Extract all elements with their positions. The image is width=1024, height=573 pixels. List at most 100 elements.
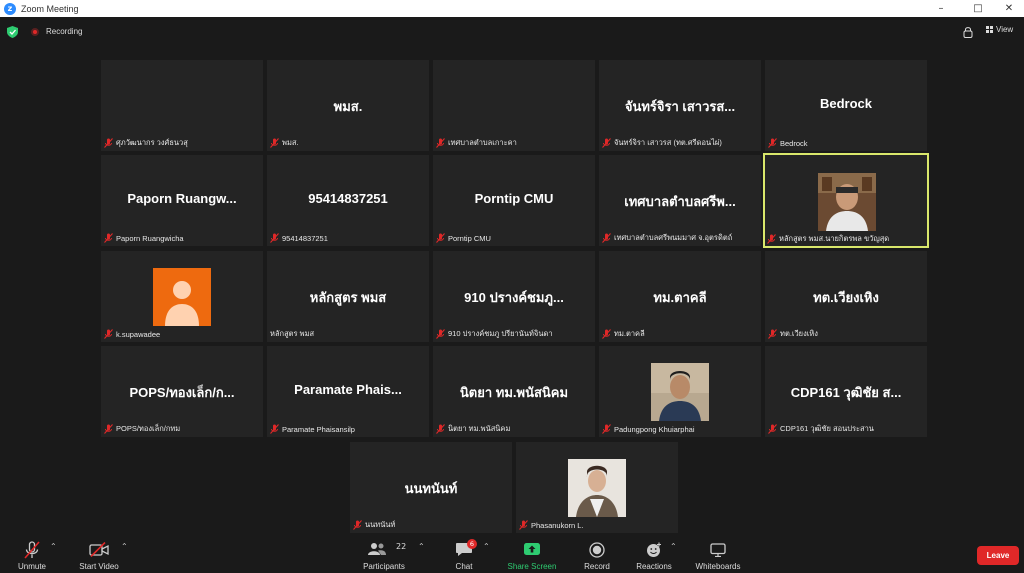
meeting-topbar: Recording View xyxy=(0,17,1024,47)
unmute-button[interactable]: Unmute xyxy=(10,533,54,573)
participant-name-label: นิตยา ทม.พนัสนิคม xyxy=(436,423,510,435)
participant-tile[interactable]: 910 ปรางค์ชมภู... 910 ปรางค์ชมภู ปรียานั… xyxy=(433,251,595,342)
whiteboard-icon xyxy=(710,543,726,557)
participant-name-label: หลักสูตร พมส xyxy=(270,329,315,338)
participant-name-label: ศุภวัฒนากร วงศ์ธนวสุ xyxy=(104,137,188,149)
minimize-button[interactable]: – xyxy=(926,0,956,17)
video-off-icon xyxy=(89,542,109,557)
muted-mic-icon xyxy=(436,329,445,339)
chat-button[interactable]: 6 Chat xyxy=(445,533,483,573)
participant-tile[interactable]: Phasanukorn L. xyxy=(516,442,678,533)
participant-name-label: CDP161 วุฒิชัย สอนประสาน xyxy=(768,423,874,435)
whiteboards-button[interactable]: Whiteboards xyxy=(694,533,742,573)
participant-display-name: ทต.เวียงเหิง xyxy=(813,290,879,305)
participants-icon xyxy=(368,543,386,555)
share-screen-button[interactable]: Share Screen xyxy=(504,533,560,573)
participant-tile[interactable]: ทม.ตาคลี ทม.ตาคลี xyxy=(599,251,761,342)
participants-button[interactable]: 22 Participants xyxy=(358,533,410,573)
participant-name-label: 95414837251 xyxy=(270,232,328,244)
close-button[interactable]: ✕ xyxy=(994,0,1024,17)
security-shield-icon[interactable] xyxy=(7,26,18,38)
muted-mic-icon xyxy=(602,233,611,243)
participant-tile[interactable]: เทศบาลตำบลเกาะคา xyxy=(433,60,595,151)
zoom-logo-icon: z xyxy=(4,2,16,15)
participant-name-label: นนทนันท์ xyxy=(353,519,395,531)
participant-name-label: ทต.เวียงเหิง xyxy=(768,328,818,340)
participant-display-name: หลักสูตร พมส xyxy=(309,290,387,305)
reactions-button[interactable]: Reactions xyxy=(633,533,675,573)
participant-display-name: Paporn Ruangw... xyxy=(127,191,237,206)
recording-icon xyxy=(31,28,39,36)
participant-tile[interactable]: พมส. พมส. xyxy=(267,60,429,151)
participant-name-label: Bedrock xyxy=(768,137,808,149)
participant-name-label: Padungpong Khuiarphai xyxy=(602,423,695,435)
share-screen-label: Share Screen xyxy=(507,562,557,571)
reactions-smiley-icon xyxy=(647,542,661,557)
chat-unread-badge: 6 xyxy=(467,539,477,549)
participant-display-name: นนทนันท์ xyxy=(404,481,458,496)
participant-display-name: ทม.ตาคลี xyxy=(653,290,707,305)
participant-name-label: Porntip CMU xyxy=(436,232,491,244)
participant-tile[interactable]: Paporn Ruangw... Paporn Ruangwicha xyxy=(101,155,263,246)
grid-view-icon xyxy=(986,26,993,33)
participant-display-name: Porntip CMU xyxy=(474,191,554,206)
participant-tile[interactable]: ทต.เวียงเหิง ทต.เวียงเหิง xyxy=(765,251,927,342)
participants-label: Participants xyxy=(363,562,405,571)
participant-name-label: หลักสูตร พมส.นายกิตรพล ขวัญสุด xyxy=(767,233,889,245)
maximize-button[interactable]: □ xyxy=(963,0,993,17)
unmute-label: Unmute xyxy=(17,562,46,571)
default-avatar-icon xyxy=(153,268,211,326)
lock-icon[interactable] xyxy=(963,26,973,38)
muted-mic-icon xyxy=(768,138,777,148)
participant-display-name: เทศบาลตำบลศรีพ... xyxy=(624,194,736,209)
audio-options-chevron-icon[interactable]: ⌃ xyxy=(50,542,57,551)
participant-name-label: Paramate Phaisansilp xyxy=(270,423,355,435)
participants-options-chevron-icon[interactable]: ⌃ xyxy=(418,542,425,551)
participant-tile[interactable]: Bedrock Bedrock xyxy=(765,60,927,151)
muted-mic-icon xyxy=(602,329,611,339)
muted-mic-icon xyxy=(436,424,445,434)
participant-tile[interactable]: 95414837251 95414837251 xyxy=(267,155,429,246)
participant-tile[interactable]: ศุภวัฒนากร วงศ์ธนวสุ xyxy=(101,60,263,151)
participant-video-photo xyxy=(818,173,876,231)
reactions-options-chevron-icon[interactable]: ⌃ xyxy=(670,542,677,551)
muted-mic-icon xyxy=(602,424,611,434)
participant-display-name: นิตยา ทม.พนัสนิคม xyxy=(459,385,569,400)
window-title: Zoom Meeting xyxy=(21,3,79,14)
leave-button[interactable]: Leave xyxy=(977,546,1019,565)
participant-tile-active-speaker[interactable]: หลักสูตร พมส.นายกิตรพล ขวัญสุด xyxy=(763,153,929,248)
muted-mic-icon xyxy=(353,520,362,530)
participant-tile[interactable]: Porntip CMU Porntip CMU xyxy=(433,155,595,246)
record-icon xyxy=(589,542,605,558)
muted-mic-icon xyxy=(104,424,113,434)
view-button[interactable]: View xyxy=(986,25,1013,34)
participant-tile[interactable]: เทศบาลตำบลศรีพ... เทศบาลตำบลศรีพนมมาศ จ.… xyxy=(599,155,761,246)
participant-display-name: POPS/ทองเล็ก/ก... xyxy=(129,385,235,400)
participant-display-name: พมส. xyxy=(333,99,363,114)
whiteboards-label: Whiteboards xyxy=(695,562,741,571)
chat-label: Chat xyxy=(455,562,473,571)
participant-tile[interactable]: k.supawadee xyxy=(101,251,263,342)
record-button[interactable]: Record xyxy=(578,533,616,573)
participant-name-label: POPS/ทองเล็ก/กทม xyxy=(104,423,180,435)
participant-tile[interactable]: นิตยา ทม.พนัสนิคม นิตยา ทม.พนัสนิคม xyxy=(433,346,595,437)
view-label: View xyxy=(996,25,1014,34)
chat-options-chevron-icon[interactable]: ⌃ xyxy=(483,542,490,551)
participant-display-name: 95414837251 xyxy=(308,191,388,206)
participant-tile[interactable]: นนทนันท์ นนทนันท์ xyxy=(350,442,512,533)
participant-tile[interactable]: หลักสูตร พมส หลักสูตร พมส xyxy=(267,251,429,342)
muted-mic-icon xyxy=(270,233,279,243)
video-options-chevron-icon[interactable]: ⌃ xyxy=(121,542,128,551)
participant-tile[interactable]: Padungpong Khuiarphai xyxy=(599,346,761,437)
muted-mic-icon xyxy=(768,424,777,434)
muted-mic-icon xyxy=(270,424,279,434)
muted-mic-icon xyxy=(436,138,445,148)
participant-name-label: เทศบาลตำบลศรีพนมมาศ จ.อุตรดิตถ์ xyxy=(602,232,732,244)
participant-name-label: 910 ปรางค์ชมภู ปรียานันท์จินดา xyxy=(436,328,553,340)
participant-tile[interactable]: CDP161 วุฒิชัย ส... CDP161 วุฒิชัย สอนปร… xyxy=(765,346,927,437)
participant-tile[interactable]: Paramate Phais... Paramate Phaisansilp xyxy=(267,346,429,437)
participant-tile[interactable]: จันทร์จิรา เสาวรส... จันทร์จิรา เสาวรส (… xyxy=(599,60,761,151)
muted-mic-icon xyxy=(104,329,113,339)
start-video-button[interactable]: Start Video xyxy=(74,533,124,573)
participant-tile[interactable]: POPS/ทองเล็ก/ก... POPS/ทองเล็ก/กทม xyxy=(101,346,263,437)
